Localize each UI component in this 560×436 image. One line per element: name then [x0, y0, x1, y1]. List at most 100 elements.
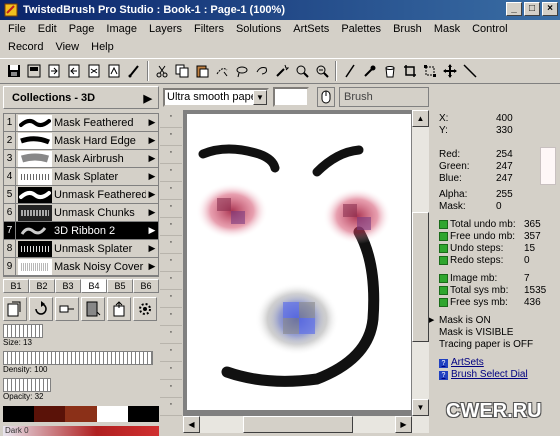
strip-marker[interactable]: ·: [160, 344, 182, 362]
save-as-icon[interactable]: [24, 62, 43, 81]
scroll-right-icon[interactable]: ▶: [395, 416, 412, 433]
menu-filters[interactable]: Filters: [188, 20, 230, 38]
strip-marker[interactable]: ·: [160, 398, 182, 416]
density-slider[interactable]: [3, 351, 153, 365]
color-swatch-black[interactable]: [3, 406, 35, 422]
cut-icon[interactable]: [152, 62, 171, 81]
pen-icon[interactable]: [340, 62, 359, 81]
color-swatch-brown[interactable]: [65, 406, 97, 422]
menu-layers[interactable]: Layers: [143, 20, 188, 38]
paper-color-box[interactable]: [273, 87, 309, 107]
strip-marker[interactable]: ·: [160, 236, 182, 254]
menu-page[interactable]: Page: [63, 20, 101, 38]
import-icon[interactable]: [64, 62, 83, 81]
strip-marker[interactable]: ·: [160, 182, 182, 200]
menu-mask[interactable]: Mask: [428, 20, 466, 38]
brush-item[interactable]: 3 Mask Airbrush ▶: [4, 150, 158, 168]
info-collapse-bar[interactable]: ▶: [429, 110, 436, 433]
brush-item-selected[interactable]: 7 3D Ribbon 2 ▶: [4, 222, 158, 240]
brush-item[interactable]: 9 Mask Noisy Cover Me ▶: [4, 258, 158, 276]
drawing-canvas[interactable]: [187, 114, 411, 410]
brush-page-icon[interactable]: [81, 297, 105, 321]
scroll-up-icon[interactable]: ▲: [412, 110, 429, 127]
play-icon[interactable]: ▶: [146, 225, 158, 236]
strip-marker[interactable]: ·: [160, 290, 182, 308]
strip-marker[interactable]: ·: [160, 380, 182, 398]
collections-header[interactable]: Collections - 3D ▶: [3, 86, 159, 109]
brush-icon[interactable]: [124, 62, 143, 81]
tab-b5[interactable]: B5: [107, 279, 133, 293]
menu-help[interactable]: Help: [85, 38, 120, 56]
strip-marker[interactable]: ·: [160, 308, 182, 326]
move-icon[interactable]: [440, 62, 459, 81]
play-icon[interactable]: ▶: [146, 207, 158, 218]
strip-marker[interactable]: ·: [160, 326, 182, 344]
chevron-right-icon[interactable]: ▶: [144, 92, 152, 105]
strip-marker[interactable]: ·: [160, 254, 182, 272]
chevron-right-icon[interactable]: ▶: [429, 316, 434, 324]
minimize-button[interactable]: _: [506, 2, 522, 16]
magic-wand-icon[interactable]: [272, 62, 291, 81]
menu-control[interactable]: Control: [466, 20, 513, 38]
menu-file[interactable]: File: [2, 20, 32, 38]
lasso-free-icon[interactable]: [252, 62, 271, 81]
crop-icon[interactable]: [400, 62, 419, 81]
opacity-slider[interactable]: [3, 378, 51, 392]
menu-solutions[interactable]: Solutions: [230, 20, 287, 38]
menu-edit[interactable]: Edit: [32, 20, 63, 38]
color-swatch-black[interactable]: [127, 406, 160, 422]
zoom-fit-icon[interactable]: [312, 62, 331, 81]
brush-save-icon[interactable]: [107, 297, 131, 321]
close-button[interactable]: ×: [542, 2, 558, 16]
strip-marker[interactable]: ·: [160, 218, 182, 236]
play-icon[interactable]: ▶: [146, 153, 158, 164]
vertical-scrollbar[interactable]: ▲ ▼: [412, 110, 429, 433]
strip-marker[interactable]: ·: [160, 146, 182, 164]
save-icon[interactable]: [4, 62, 23, 81]
color-palette[interactable]: [3, 406, 160, 422]
brush-item[interactable]: 5 Unmask Feathered ▶: [4, 186, 158, 204]
color-swatch-white[interactable]: [96, 406, 128, 422]
export-icon[interactable]: [44, 62, 63, 81]
select-icon[interactable]: [212, 62, 231, 81]
bucket-icon[interactable]: [380, 62, 399, 81]
menu-palettes[interactable]: Palettes: [335, 20, 387, 38]
strip-marker[interactable]: ·: [160, 272, 182, 290]
tab-b4[interactable]: B4: [81, 279, 107, 293]
refresh-icon[interactable]: [29, 297, 53, 321]
play-icon[interactable]: ▶: [146, 261, 158, 272]
brush-item[interactable]: 2 Mask Hard Edge ▶: [4, 132, 158, 150]
paste-icon[interactable]: [192, 62, 211, 81]
color-swatch-dark-red[interactable]: [34, 406, 66, 422]
page-copy-icon[interactable]: [104, 62, 123, 81]
vertical-scroll-thumb[interactable]: [412, 212, 429, 342]
artsets-link[interactable]: ? ArtSets: [439, 357, 560, 369]
play-icon[interactable]: ▶: [146, 117, 158, 128]
zoom-icon[interactable]: [292, 62, 311, 81]
lasso-icon[interactable]: [232, 62, 251, 81]
menu-artsets[interactable]: ArtSets: [287, 20, 335, 38]
menu-image[interactable]: Image: [100, 20, 143, 38]
menu-view[interactable]: View: [49, 38, 85, 56]
page-icon[interactable]: [84, 62, 103, 81]
tab-b3[interactable]: B3: [55, 279, 81, 293]
brush-item[interactable]: 4 Mask Splater ▶: [4, 168, 158, 186]
paper-select[interactable]: Ultra smooth paper ▼: [163, 87, 269, 107]
strip-marker[interactable]: ·: [160, 110, 182, 128]
brush-settings-icon[interactable]: [133, 297, 157, 321]
strip-marker[interactable]: ·: [160, 200, 182, 218]
size-slider[interactable]: [3, 324, 43, 338]
copy-icon[interactable]: [172, 62, 191, 81]
tab-b1[interactable]: B1: [3, 279, 29, 293]
resize-icon[interactable]: [420, 62, 439, 81]
tab-b2[interactable]: B2: [29, 279, 55, 293]
line-icon[interactable]: [460, 62, 479, 81]
scroll-left-icon[interactable]: ◀: [183, 416, 200, 433]
scroll-down-icon[interactable]: ▼: [412, 399, 429, 416]
chevron-down-icon[interactable]: ▼: [253, 89, 267, 105]
horizontal-scrollbar[interactable]: ◀ ▶: [183, 416, 412, 433]
tab-b6[interactable]: B6: [133, 279, 159, 293]
menu-record[interactable]: Record: [2, 38, 49, 56]
brush-copy-icon[interactable]: [3, 297, 27, 321]
brush-item[interactable]: 8 Unmask Splater ▶: [4, 240, 158, 258]
